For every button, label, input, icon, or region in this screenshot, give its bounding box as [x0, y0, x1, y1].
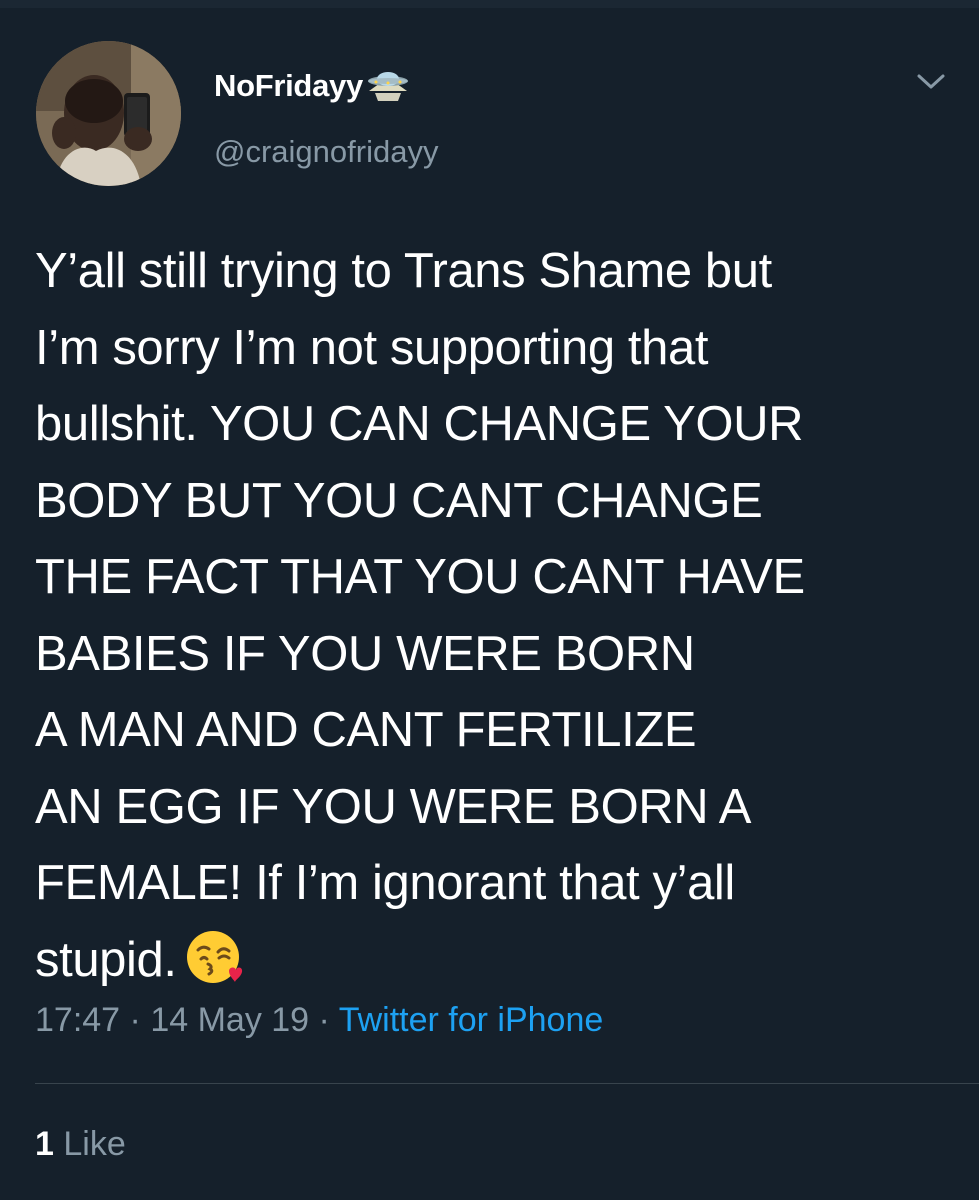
display-name[interactable]: NoFridayy: [214, 68, 363, 104]
kissing-face-with-heart-icon: [185, 928, 243, 986]
likes-stat[interactable]: 1 Like: [35, 1125, 126, 1164]
tweet-line-last: stupid.: [35, 922, 965, 999]
avatar-photo: [36, 41, 181, 186]
divider: [35, 1083, 979, 1084]
tweet-line: FEMALE! If I’m ignorant that y’all: [35, 856, 735, 910]
tweet-line: BODY BUT YOU CANT CHANGE: [35, 473, 763, 528]
meta-separator: ·: [318, 1001, 330, 1039]
display-name-row[interactable]: NoFridayy: [214, 66, 438, 106]
author-block: NoFridayy @craignofridayy: [214, 66, 438, 170]
tweet-meta: 17:47 · 14 May 19 · Twitter for iPhone: [35, 1001, 603, 1040]
tweet-time[interactable]: 17:47: [35, 1001, 120, 1039]
tweet-line: I’m sorry I’m not supporting that: [35, 320, 709, 375]
likes-count: 1: [35, 1125, 54, 1163]
tweet-line-text: stupid.: [35, 932, 177, 987]
tweet-line: THE FACT THAT YOU CANT HAVE: [35, 550, 805, 604]
handle[interactable]: @craignofridayy: [214, 134, 438, 170]
tweet-line: bullshit. YOU CAN CHANGE YOUR: [35, 397, 804, 451]
tweet-line: A MAN AND CANT FERTILIZE: [35, 703, 697, 757]
tweet-line: BABIES IF YOU WERE BORN: [35, 626, 695, 681]
tweet-line: AN EGG IF YOU WERE BORN A: [35, 779, 752, 834]
tweet-text: Y’all still trying to Trans Shame but I’…: [35, 233, 965, 998]
chevron-down-icon[interactable]: [916, 70, 946, 94]
top-strip: [0, 0, 979, 8]
tweet-date[interactable]: 14 May 19: [150, 1001, 309, 1039]
tweet-line: Y’all still trying to Trans Shame but: [35, 244, 772, 298]
likes-label: Like: [63, 1125, 126, 1163]
meta-separator: ·: [129, 1001, 141, 1039]
avatar[interactable]: [36, 41, 181, 186]
ufo-icon: [365, 69, 411, 103]
tweet-source-link[interactable]: Twitter for iPhone: [339, 1001, 604, 1039]
